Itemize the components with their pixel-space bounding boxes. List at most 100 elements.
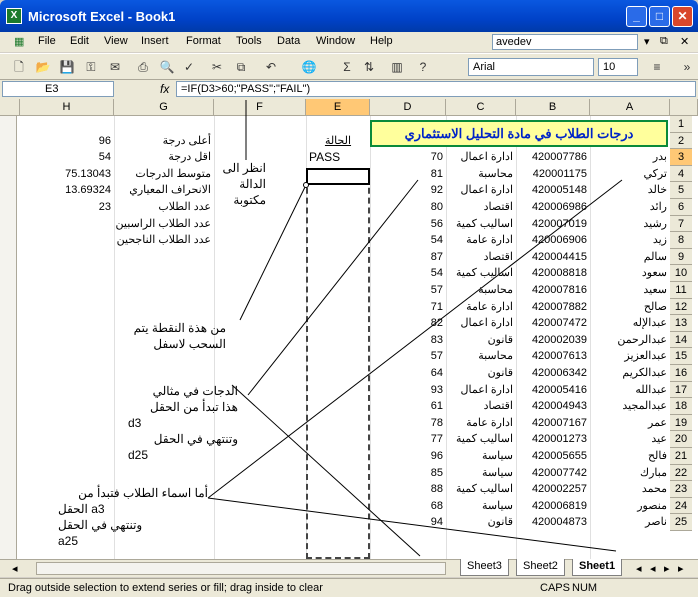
grade-cell[interactable]: 94 bbox=[370, 514, 446, 531]
stat-label-cell[interactable]: متوسط الدرجات bbox=[114, 166, 214, 183]
row-header-7[interactable]: 7 bbox=[670, 215, 692, 233]
row-header-4[interactable]: 4 bbox=[670, 165, 692, 183]
stat-label-cell[interactable]: اقل درجة bbox=[114, 149, 214, 166]
student-id-cell[interactable]: 420006342 bbox=[516, 365, 590, 382]
row-header-9[interactable]: 9 bbox=[670, 248, 692, 266]
student-id-cell[interactable]: 420005148 bbox=[516, 182, 590, 199]
question-box[interactable]: avedev bbox=[492, 34, 638, 50]
student-name-cell[interactable]: عبدالله bbox=[590, 382, 670, 399]
grade-cell[interactable]: 78 bbox=[370, 415, 446, 432]
row-header-6[interactable]: 6 bbox=[670, 199, 692, 216]
grade-cell[interactable]: 80 bbox=[370, 199, 446, 216]
specialty-cell[interactable]: سياسة bbox=[446, 448, 516, 465]
grade-cell[interactable]: 88 bbox=[370, 481, 446, 498]
row-header-5[interactable]: 5 bbox=[670, 182, 692, 199]
student-name-cell[interactable]: عبدالمجيد bbox=[590, 398, 670, 415]
grade-cell[interactable]: 92 bbox=[370, 182, 446, 199]
grade-cell[interactable]: 71 bbox=[370, 299, 446, 316]
select-all-corner[interactable] bbox=[0, 99, 20, 116]
row-header-18[interactable]: 18 bbox=[670, 398, 692, 415]
student-name-cell[interactable]: بدر bbox=[590, 149, 670, 166]
horizontal-scrollbar[interactable] bbox=[36, 562, 446, 575]
row-header-11[interactable]: 11 bbox=[670, 282, 692, 299]
student-name-cell[interactable]: محمد bbox=[590, 481, 670, 498]
name-box[interactable]: E3 bbox=[2, 81, 114, 97]
student-id-cell[interactable]: 420004943 bbox=[516, 398, 590, 415]
student-id-cell[interactable]: 420001273 bbox=[516, 431, 590, 448]
mail-icon[interactable]: ✉ bbox=[106, 58, 124, 76]
stat-label-cell[interactable]: عدد الطلاب الناجحين bbox=[114, 232, 214, 249]
menu-view[interactable]: View bbox=[104, 35, 128, 47]
stat-value-cell[interactable]: 23 bbox=[20, 199, 114, 216]
student-name-cell[interactable]: سعود bbox=[590, 265, 670, 282]
row-header-16[interactable]: 16 bbox=[670, 365, 692, 382]
copy-icon[interactable]: ⧉ bbox=[232, 58, 250, 76]
menu-format[interactable]: Format bbox=[186, 35, 221, 47]
stat-value-cell[interactable]: 96 bbox=[20, 133, 114, 150]
specialty-cell[interactable]: اساليب كمية bbox=[446, 481, 516, 498]
grade-cell[interactable]: 83 bbox=[370, 332, 446, 349]
spelling-icon[interactable]: ✓ bbox=[180, 58, 198, 76]
specialty-cell[interactable]: قانون bbox=[446, 332, 516, 349]
specialty-cell[interactable]: ادارة اعمال bbox=[446, 149, 516, 166]
menu-file[interactable]: File bbox=[38, 35, 56, 47]
student-name-cell[interactable]: سعيد bbox=[590, 282, 670, 299]
grade-cell[interactable]: 68 bbox=[370, 498, 446, 515]
student-name-cell[interactable]: رائد bbox=[590, 199, 670, 216]
column-header-g[interactable]: G bbox=[114, 99, 214, 116]
grade-cell[interactable]: 56 bbox=[370, 216, 446, 233]
specialty-cell[interactable]: اقتصاد bbox=[446, 398, 516, 415]
restore-icon[interactable]: ⧉ bbox=[660, 35, 668, 48]
stat-value-cell[interactable]: 75.13043 bbox=[20, 166, 114, 183]
help-icon[interactable]: ? bbox=[414, 58, 432, 76]
column-header-b[interactable]: B bbox=[516, 99, 590, 116]
student-id-cell[interactable]: 420004415 bbox=[516, 249, 590, 266]
student-name-cell[interactable]: زيد bbox=[590, 232, 670, 249]
row-header-1[interactable]: 1 bbox=[670, 116, 692, 133]
student-id-cell[interactable]: 420007019 bbox=[516, 216, 590, 233]
student-name-cell[interactable]: عيد bbox=[590, 431, 670, 448]
stat-label-cell[interactable]: أعلى درجة bbox=[114, 133, 214, 150]
open-icon[interactable]: 📂 bbox=[34, 58, 52, 76]
minimize-button[interactable]: _ bbox=[626, 6, 647, 27]
column-header-d[interactable]: D bbox=[370, 99, 446, 116]
active-cell-e3[interactable] bbox=[306, 168, 370, 185]
specialty-cell[interactable]: سياسة bbox=[446, 498, 516, 515]
column-header-h[interactable]: H bbox=[20, 99, 114, 116]
save-icon[interactable]: 💾 bbox=[58, 58, 76, 76]
student-id-cell[interactable]: 420007742 bbox=[516, 465, 590, 482]
menu-edit[interactable]: Edit bbox=[70, 35, 89, 47]
row-header-2[interactable]: 2 bbox=[670, 132, 692, 150]
maximize-button[interactable]: □ bbox=[649, 6, 670, 27]
menu-window[interactable]: Window bbox=[316, 35, 355, 47]
row-header-24[interactable]: 24 bbox=[670, 497, 692, 515]
grade-cell[interactable]: 81 bbox=[370, 166, 446, 183]
student-name-cell[interactable]: ناصر bbox=[590, 514, 670, 531]
specialty-cell[interactable]: قانون bbox=[446, 365, 516, 382]
student-id-cell[interactable]: 420008818 bbox=[516, 265, 590, 282]
tab-sheet1[interactable]: Sheet1 bbox=[572, 559, 623, 576]
student-name-cell[interactable]: مبارك bbox=[590, 465, 670, 482]
student-name-cell[interactable]: سالم bbox=[590, 249, 670, 266]
tab-sheet3[interactable]: Sheet3 bbox=[460, 559, 509, 576]
close-button[interactable]: ✕ bbox=[672, 6, 693, 27]
grade-cell[interactable]: 93 bbox=[370, 382, 446, 399]
grade-cell[interactable]: 57 bbox=[370, 348, 446, 365]
row-header-8[interactable]: 8 bbox=[670, 232, 692, 249]
row-header-17[interactable]: 17 bbox=[670, 381, 692, 399]
row-header-12[interactable]: 12 bbox=[670, 298, 692, 316]
student-name-cell[interactable]: خالد bbox=[590, 182, 670, 199]
specialty-cell[interactable]: اقتصاد bbox=[446, 249, 516, 266]
grade-cell[interactable]: 96 bbox=[370, 448, 446, 465]
specialty-cell[interactable]: محاسبة bbox=[446, 348, 516, 365]
menu-help[interactable]: Help bbox=[370, 35, 393, 47]
student-id-cell[interactable]: 420007472 bbox=[516, 315, 590, 332]
specialty-cell[interactable]: ادارة اعمال bbox=[446, 182, 516, 199]
menu-data[interactable]: Data bbox=[277, 35, 300, 47]
grade-cell[interactable]: 57 bbox=[370, 282, 446, 299]
print-icon[interactable]: ⎙ bbox=[134, 58, 152, 76]
stat-value-cell[interactable]: 54 bbox=[20, 149, 114, 166]
row-header-10[interactable]: 10 bbox=[670, 265, 692, 282]
student-name-cell[interactable]: فالح bbox=[590, 448, 670, 465]
student-name-cell[interactable]: تركي bbox=[590, 166, 670, 183]
